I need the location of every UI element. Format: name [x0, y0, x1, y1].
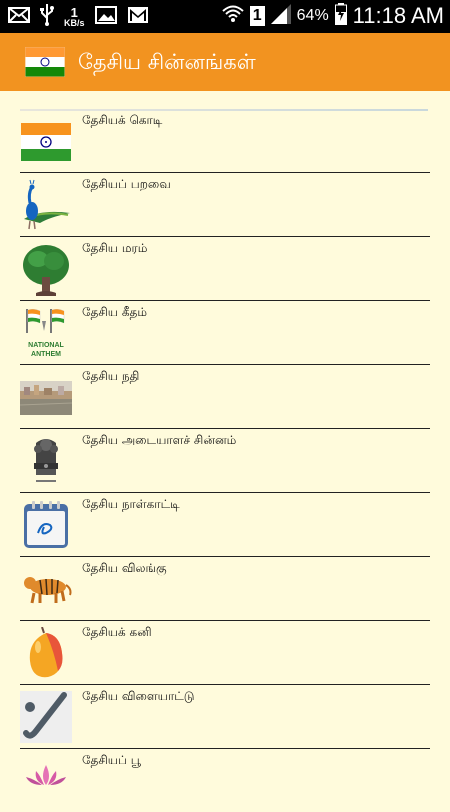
svg-text:NATIONAL: NATIONAL: [28, 342, 64, 349]
state-emblem-icon: [20, 435, 72, 487]
national-anthem-icon: NATIONAL ANTHEM: [20, 307, 72, 359]
river-ganga-icon: [19, 371, 73, 423]
mail-icon: [8, 7, 30, 27]
battery-percent: 64%: [296, 7, 329, 24]
sim-badge: 1: [249, 6, 265, 26]
wifi-icon: [222, 5, 244, 27]
list-item-label: தேசிய விலங்கு: [82, 561, 167, 575]
mango-icon: [20, 626, 72, 679]
tiger-icon: [20, 563, 72, 615]
image-icon: [94, 6, 117, 28]
list-item-label: தேசிய மரம்: [82, 241, 148, 255]
list-item-label: தேசிய விளையாட்டு: [82, 689, 195, 703]
list-item-label: தேசிய கீதம்: [82, 305, 147, 319]
list-item-national-fruit[interactable]: தேசியக் கனி: [20, 621, 430, 685]
list-item-label: தேசியக் கொடி: [82, 113, 163, 127]
indian-flag-icon: [20, 115, 72, 167]
symbols-list: தேசியக் கொடி தேசியப் பறவை தேசிய மரம் NAT…: [19, 109, 430, 812]
list-item-national-emblem[interactable]: தேசிய அடையாளச் சின்னம்: [20, 429, 430, 493]
list-item-national-flag[interactable]: தேசியக் கொடி: [20, 109, 430, 173]
list-item-label: தேசிய நதி: [82, 369, 140, 383]
banyan-tree-icon: [20, 243, 72, 296]
status-bar: 1 KB/s 1 64% 11:18 AM: [0, 0, 450, 33]
battery-charging-icon: [334, 3, 347, 29]
list-item-national-bird[interactable]: தேசியப் பறவை: [20, 173, 430, 237]
list-item-label: தேசிய நாள்காட்டி: [82, 497, 180, 511]
list-item-national-anthem[interactable]: NATIONAL ANTHEM தேசிய கீதம்: [20, 301, 430, 365]
list-item-label: தேசியக் கனி: [82, 625, 152, 639]
list-item-national-flower[interactable]: தேசியப் பூ: [20, 749, 430, 812]
list-item-national-tree[interactable]: தேசிய மரம்: [20, 237, 430, 301]
list-item-label: தேசிய அடையாளச் சின்னம்: [82, 433, 237, 447]
signal-icon: [270, 4, 291, 28]
list-item-national-river[interactable]: தேசிய நதி: [19, 365, 430, 429]
list-item-national-game[interactable]: தேசிய விளையாட்டு: [20, 685, 430, 749]
gmail-icon: [127, 6, 149, 28]
action-bar: தேசிய சின்னங்கள்: [0, 33, 450, 91]
list-item-national-calendar[interactable]: தேசிய நாள்காட்டி: [20, 493, 430, 557]
calendar-icon: [20, 499, 72, 551]
app-logo-flag-icon[interactable]: [24, 46, 66, 78]
list-item-label: தேசியப் பூ: [82, 753, 141, 767]
list-item-national-animal[interactable]: தேசிய விலங்கு: [20, 557, 430, 621]
page-title: தேசிய சின்னங்கள்: [78, 50, 256, 74]
svg-text:ANTHEM: ANTHEM: [31, 351, 61, 358]
usb-icon: [40, 4, 54, 30]
peacock-icon: [20, 179, 72, 231]
list-item-label: தேசியப் பறவை: [82, 177, 171, 191]
lotus-icon: [20, 755, 72, 807]
hockey-icon: [20, 691, 72, 743]
network-speed: 1 KB/s: [64, 5, 85, 28]
clock: 11:18 AM: [352, 3, 444, 28]
